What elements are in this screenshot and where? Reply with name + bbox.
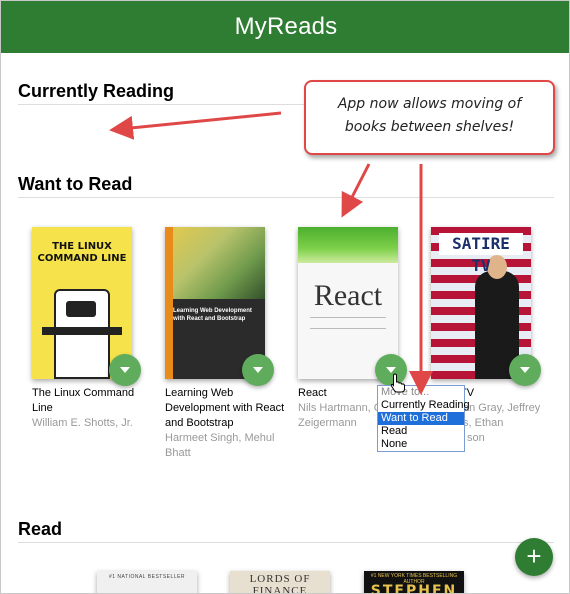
arrow-to-want-to-read	[341, 163, 371, 218]
hand-pointer-icon	[390, 373, 405, 393]
app-window: MyReads Currently Reading Want to Read T…	[0, 0, 570, 594]
annotation-arrows	[109, 111, 433, 395]
arrow-to-currently-reading	[109, 111, 282, 140]
